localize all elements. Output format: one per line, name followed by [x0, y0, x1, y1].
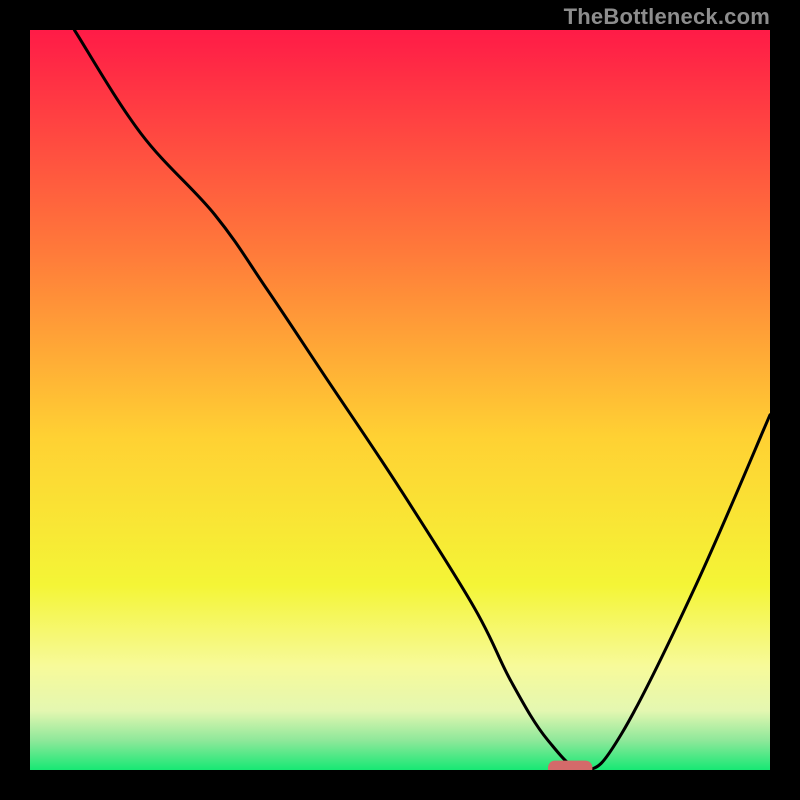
watermark-text: TheBottleneck.com [564, 4, 770, 30]
chart-frame: TheBottleneck.com [0, 0, 800, 800]
optimal-marker [548, 761, 592, 770]
gradient-rect [30, 30, 770, 770]
chart-svg [30, 30, 770, 770]
plot-area [30, 30, 770, 770]
